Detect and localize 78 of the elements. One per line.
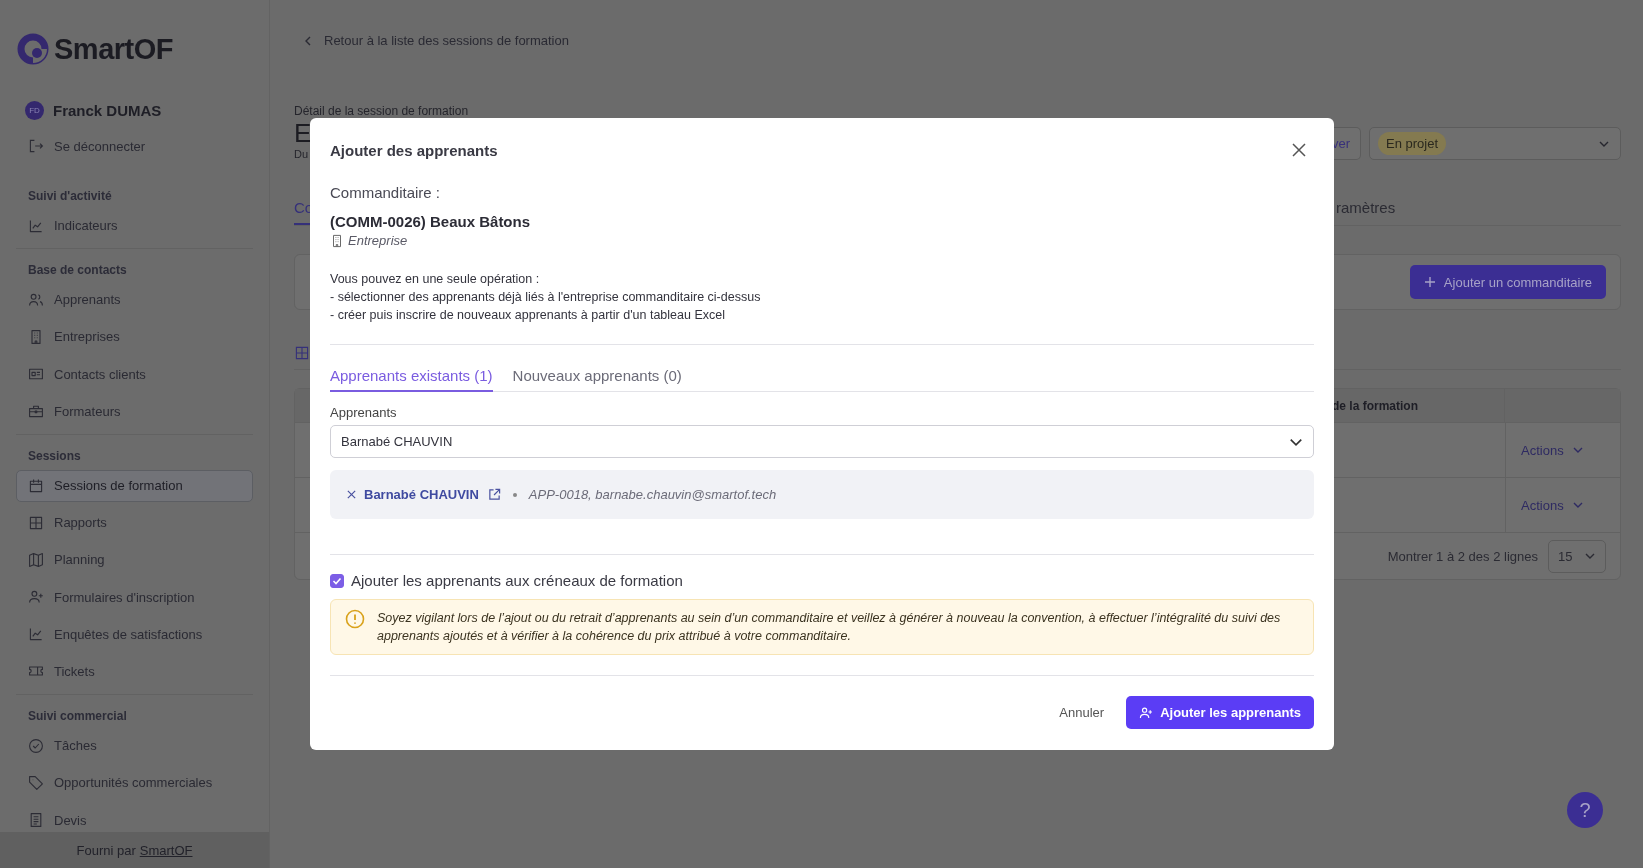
learners-select[interactable]: Barnabé CHAUVIN	[330, 425, 1314, 458]
section-title: Suivi d'activité	[27, 188, 113, 205]
sidebar-item[interactable]: Apprenants	[16, 283, 253, 316]
sidebar-item[interactable]: Devis	[16, 804, 253, 832]
remove-icon[interactable]	[346, 489, 357, 500]
section-title: Suivi commercial	[27, 708, 128, 726]
sidebar-item[interactable]: Formulaires d'inscription	[16, 581, 253, 614]
sponsor-name: (COMM-0026) Beaux Bâtons	[330, 213, 532, 230]
section-title: Base de contacts	[27, 262, 128, 280]
grid-icon	[28, 514, 44, 531]
help-button[interactable]: ?	[1567, 792, 1603, 828]
chart-icon	[28, 626, 44, 643]
field-label: Apprenants	[330, 405, 398, 420]
logo-icon	[17, 33, 49, 65]
sidebar-item[interactable]: Enquêtes de satisfactions	[16, 618, 253, 651]
status-badge: En projet	[1378, 132, 1447, 155]
user-plus-icon	[28, 589, 44, 606]
external-link-icon[interactable]	[487, 488, 501, 501]
plus-icon	[1423, 276, 1436, 288]
user-plus-icon	[1139, 705, 1154, 720]
page-tab[interactable]: ramètres	[1336, 199, 1396, 225]
checkmark-icon	[332, 575, 342, 586]
tag-icon	[28, 774, 44, 791]
intro-text: - sélectionner des apprenants déjà liés à l'entreprise commanditaire ci-dessus	[330, 289, 762, 306]
sidebar-item[interactable]: Formateurs	[16, 395, 253, 428]
intro-text: Vous pouvez en une seule opération :	[330, 271, 541, 288]
user-avatar: FD	[25, 101, 44, 120]
separator-dot	[512, 492, 517, 497]
users-icon	[28, 291, 44, 308]
map-icon	[28, 551, 44, 568]
session-dates: Du	[294, 148, 309, 160]
dialog-tab[interactable]: Apprenants existants (1)	[330, 367, 493, 392]
dialog-title: Ajouter des apprenants	[330, 141, 498, 159]
sidebar-item[interactable]: Opportunités commerciales	[16, 766, 253, 799]
sidebar-item[interactable]: Tâches	[16, 729, 253, 762]
sidebar-item[interactable]: Planning	[16, 543, 253, 576]
sidebar-item[interactable]: Tickets	[16, 655, 253, 688]
sidebar-item[interactable]: Sessions de formation	[16, 469, 253, 502]
logout-link[interactable]: Se déconnecter	[16, 130, 253, 162]
page-size-select[interactable]: 15	[1548, 539, 1606, 573]
building-icon	[330, 233, 344, 248]
status-select[interactable]: En projet	[1369, 127, 1621, 160]
add-learners-button[interactable]: Ajouter les apprenants	[1126, 696, 1314, 729]
sponsor-type: Entreprise	[348, 233, 408, 248]
briefcase-icon	[28, 403, 44, 420]
footer-text: Fourni par	[76, 842, 136, 858]
close-button[interactable]	[1290, 141, 1308, 159]
user-name: Franck DUMAS	[53, 102, 162, 119]
learner-details: APP-0018, barnabe.chauvin@smartof.tech	[528, 487, 777, 502]
document-icon	[28, 812, 44, 829]
warning-icon	[345, 609, 365, 629]
chart-icon	[28, 217, 44, 234]
sidebar-item[interactable]: Contacts clients	[16, 358, 253, 391]
add-sponsor-button[interactable]: Ajouter un commanditaire	[1409, 265, 1606, 299]
sidebar-item[interactable]: Rapports	[16, 506, 253, 539]
building-icon	[28, 328, 44, 345]
pagination-text: Montrer 1 à 2 des 2 lignes	[1387, 548, 1538, 564]
footer-link[interactable]: SmartOF	[139, 842, 193, 858]
page-subtitle: Détail de la session de formation	[294, 105, 469, 118]
sidebar-item[interactable]: Indicateurs	[16, 209, 253, 242]
warning-text: Soyez vigilant lors de l’ajout ou du retrait d’apprenants au sein d’un commanditaire et veillez à générer à nouveau la convention, à effectuer l’intégralité du suivi des apprenants ajoutés et à vérifier à la cohérence du prix attribué à votre commanditaire.	[377, 610, 1282, 645]
sponsor-label: Commanditaire :	[330, 184, 442, 201]
close-icon	[1292, 143, 1306, 157]
logout-icon	[28, 138, 44, 154]
sidebar-item[interactable]: Entreprises	[16, 320, 253, 353]
learner-link[interactable]: Barnabé CHAUVIN	[364, 487, 479, 502]
actions-menu[interactable]: Actions	[1505, 423, 1620, 477]
page-title: E	[294, 118, 312, 148]
intro-text: - créer puis inscrire de nouveaux apprenants à partir d'un tableau Excel	[330, 307, 726, 324]
section-title: Sessions	[27, 447, 82, 465]
checkbox-label: Ajouter les apprenants aux créneaux de formation	[351, 572, 683, 589]
dialog-tab[interactable]: Nouveaux apprenants (0)	[512, 367, 682, 392]
actions-menu[interactable]: Actions	[1505, 478, 1620, 532]
logo-text: SmartOF	[54, 32, 173, 66]
cancel-button[interactable]: Annuler	[1053, 704, 1111, 721]
calendar-icon	[28, 477, 44, 494]
slots-checkbox[interactable]	[330, 573, 344, 588]
back-link[interactable]: Retour à la liste des sessions de formation	[302, 33, 1621, 48]
